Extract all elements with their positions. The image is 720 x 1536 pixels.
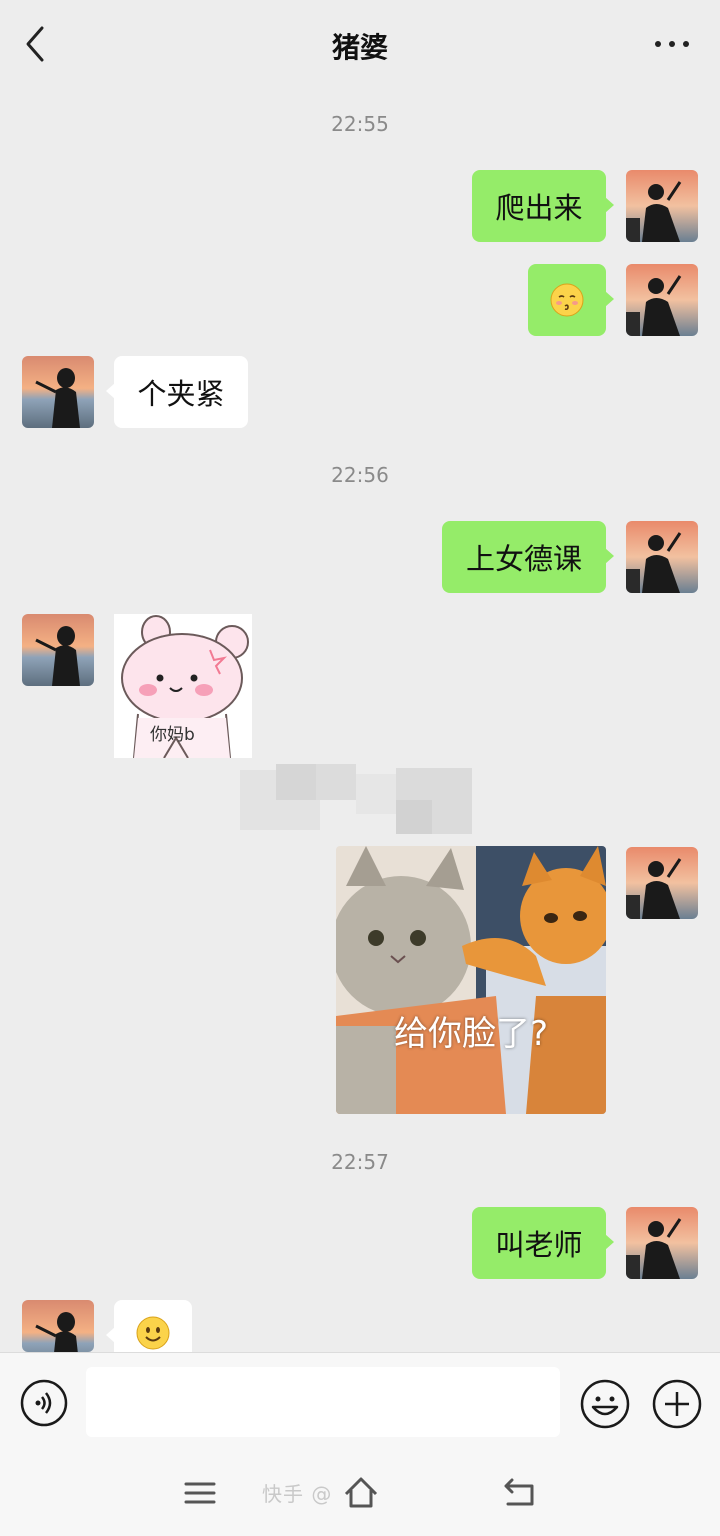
message-input[interactable] (86, 1367, 560, 1437)
my-avatar[interactable] (626, 170, 698, 242)
input-bar (0, 1352, 720, 1449)
menu-icon[interactable] (182, 1478, 218, 1508)
sticker-message[interactable]: 你妈b (114, 614, 252, 758)
message-bubble-sent[interactable]: 上女德课 (442, 521, 614, 593)
message-text: 个夹紧 (137, 377, 225, 411)
timestamp: 22:55 (331, 112, 389, 136)
timestamp: 22:57 (331, 1150, 389, 1174)
chat-header: 猪婆 (0, 0, 720, 88)
more-dots-icon[interactable] (652, 26, 692, 62)
emoji-icon[interactable] (580, 1379, 630, 1429)
home-icon[interactable] (342, 1474, 380, 1510)
voice-icon[interactable] (20, 1379, 68, 1427)
image-message[interactable]: 给你脸了? (336, 846, 606, 1114)
smiling-face-emoji-icon (136, 1316, 170, 1350)
system-nav-bar: 快手 @ (0, 1448, 720, 1536)
my-avatar[interactable] (626, 521, 698, 593)
blurred-content (240, 764, 472, 834)
kissing-face-emoji-icon (550, 283, 584, 317)
my-avatar[interactable] (626, 264, 698, 336)
cats-meme-image (336, 846, 606, 1114)
message-text: 叫老师 (495, 1228, 583, 1262)
timestamp: 22:56 (331, 463, 389, 487)
message-bubble-sent[interactable] (528, 264, 614, 336)
my-avatar[interactable] (626, 847, 698, 919)
sticker-caption: 你妈b (150, 725, 195, 745)
watermark-text: 快手 @ (262, 1482, 333, 1506)
message-bubble-sent[interactable]: 爬出来 (472, 170, 614, 242)
return-icon[interactable] (502, 1476, 538, 1508)
message-bubble-received[interactable] (106, 1300, 192, 1352)
contact-avatar[interactable] (22, 1300, 94, 1352)
message-bubble-received[interactable]: 个夹紧 (106, 356, 248, 428)
my-avatar[interactable] (626, 1207, 698, 1279)
chat-title: 猪婆 (331, 31, 388, 64)
message-text: 上女德课 (465, 542, 582, 576)
plus-icon[interactable] (652, 1379, 702, 1429)
contact-avatar[interactable] (22, 614, 94, 686)
contact-avatar[interactable] (22, 356, 94, 428)
image-caption: 给你脸了? (393, 1014, 549, 1054)
message-text: 爬出来 (495, 191, 583, 225)
message-bubble-sent[interactable]: 叫老师 (472, 1207, 614, 1279)
